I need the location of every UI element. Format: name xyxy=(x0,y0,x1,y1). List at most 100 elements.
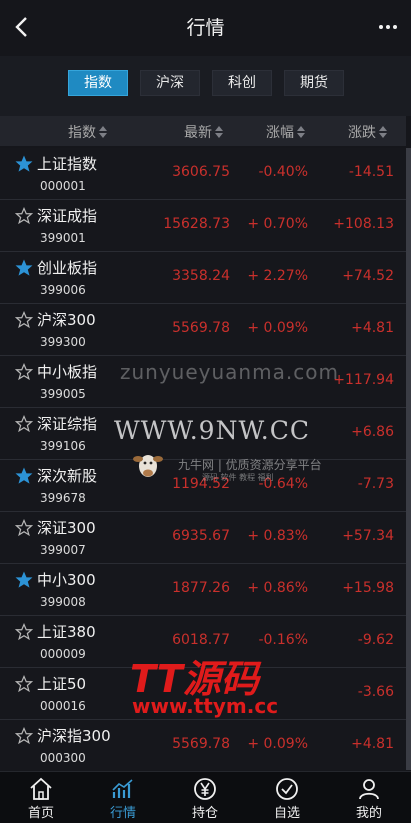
star-icon[interactable] xyxy=(15,415,33,433)
change-amount: +74.52 xyxy=(342,268,394,284)
star-icon[interactable] xyxy=(15,519,33,537)
nav-mine[interactable]: 我的 xyxy=(328,772,410,823)
index-code: 000001 xyxy=(40,179,86,193)
change-percent: + 0.70% xyxy=(247,216,308,232)
index-name: 沪深300 xyxy=(37,311,96,329)
latest-price: 1877.26 xyxy=(172,580,230,596)
table-row[interactable]: 深证300 399007 6935.67 + 0.83% +57.34 xyxy=(0,512,406,564)
change-percent: -0.16% xyxy=(258,632,308,648)
index-code: 399005 xyxy=(40,387,86,401)
scrollbar[interactable] xyxy=(406,148,411,770)
change-amount: +57.34 xyxy=(342,528,394,544)
latest-price: 6018.77 xyxy=(172,632,230,648)
sort-icon xyxy=(99,126,107,138)
change-percent: + 0.86% xyxy=(247,580,308,596)
change-percent: -0.40% xyxy=(258,164,308,180)
index-name: 沪深指300 xyxy=(37,727,111,745)
cow-logo-icon xyxy=(133,455,163,477)
star-icon[interactable] xyxy=(15,155,33,173)
chart-icon xyxy=(112,779,133,798)
change-percent: + 0.83% xyxy=(247,528,308,544)
index-code: 399007 xyxy=(40,543,86,557)
index-name: 深次新股 xyxy=(37,467,98,485)
bottom-nav: 首页 行情 持仓 自选 我的 xyxy=(0,771,411,823)
yen-icon xyxy=(194,778,216,800)
star-icon[interactable] xyxy=(15,363,33,381)
index-name: 上证380 xyxy=(37,623,96,641)
star-icon[interactable] xyxy=(15,207,33,225)
change-amount: +15.98 xyxy=(342,580,394,596)
nav-watchlist[interactable]: 自选 xyxy=(246,772,328,823)
tab-index[interactable]: 指数 xyxy=(68,70,128,96)
index-code: 399678 xyxy=(40,491,86,505)
column-header: 指数 最新 涨幅 涨跌 xyxy=(0,116,406,146)
change-amount: -9.62 xyxy=(357,632,394,648)
index-name: 创业板指 xyxy=(37,259,98,277)
index-code: 399106 xyxy=(40,439,86,453)
star-icon[interactable] xyxy=(15,675,33,693)
change-amount: +6.86 xyxy=(351,424,394,440)
watermark-url-2: www.ttym.cc xyxy=(132,694,279,718)
change-amount: -3.66 xyxy=(357,684,394,700)
tab-hushen[interactable]: 沪深 xyxy=(140,70,200,96)
nav-market[interactable]: 行情 xyxy=(82,772,164,823)
change-amount: +4.81 xyxy=(351,736,394,752)
table-row[interactable]: 上证指数 000001 3606.75 -0.40% -14.51 xyxy=(0,148,406,200)
latest-price: 5569.78 xyxy=(172,320,230,336)
col-chg-header[interactable]: 涨跌 xyxy=(348,122,387,142)
star-icon[interactable] xyxy=(15,311,33,329)
nav-home[interactable]: 首页 xyxy=(0,772,82,823)
star-icon[interactable] xyxy=(15,727,33,745)
change-amount: +117.94 xyxy=(333,372,394,388)
change-percent: + 2.27% xyxy=(247,268,308,284)
change-amount: -14.51 xyxy=(348,164,394,180)
check-circle-icon xyxy=(276,778,298,800)
table-row[interactable]: 沪深指300 000300 5569.78 + 0.09% +4.81 xyxy=(0,720,406,772)
star-icon[interactable] xyxy=(15,571,33,589)
page-title: 行情 xyxy=(186,17,225,39)
table-row[interactable]: 沪深300 399300 5569.78 + 0.09% +4.81 xyxy=(0,304,406,356)
sort-icon xyxy=(379,126,387,138)
tab-futures[interactable]: 期货 xyxy=(284,70,344,96)
sort-icon xyxy=(215,126,223,138)
change-amount: +108.13 xyxy=(333,216,394,232)
watermark-site: WWW.9NW.CC xyxy=(114,416,310,445)
col-pct-header[interactable]: 涨幅 xyxy=(266,122,305,142)
watermark-tags: 源码 软件 教程 福利 xyxy=(202,473,274,482)
index-name: 上证50 xyxy=(37,675,87,693)
index-code: 399300 xyxy=(40,335,86,349)
change-percent: + 0.09% xyxy=(247,320,308,336)
more-icon[interactable] xyxy=(375,14,401,40)
index-code: 399001 xyxy=(40,231,86,245)
watermark-url: zunyueyuanma.com xyxy=(120,360,339,384)
star-icon[interactable] xyxy=(15,467,33,485)
change-percent: + 0.09% xyxy=(247,736,308,752)
home-icon xyxy=(30,777,52,800)
star-icon[interactable] xyxy=(15,623,33,641)
change-amount: -7.73 xyxy=(357,476,394,492)
tab-kechuang[interactable]: 科创 xyxy=(212,70,272,96)
latest-price: 5569.78 xyxy=(172,736,230,752)
watermark-brand: 九牛网 | 优质资源分享平台 xyxy=(178,458,322,472)
index-name: 中小板指 xyxy=(37,363,98,381)
change-amount: +4.81 xyxy=(351,320,394,336)
index-code: 399008 xyxy=(40,595,86,609)
nav-position[interactable]: 持仓 xyxy=(164,772,246,823)
index-name: 上证指数 xyxy=(37,155,98,173)
index-code: 399006 xyxy=(40,283,86,297)
col-name-header[interactable]: 指数 xyxy=(68,122,107,142)
star-icon[interactable] xyxy=(15,259,33,277)
table-row[interactable]: 中小300 399008 1877.26 + 0.86% +15.98 xyxy=(0,564,406,616)
latest-price: 6935.67 xyxy=(172,528,230,544)
index-name: 深证300 xyxy=(37,519,96,537)
user-icon xyxy=(359,779,379,800)
index-code: 000016 xyxy=(40,699,86,713)
latest-price: 15628.73 xyxy=(163,216,230,232)
col-price-header[interactable]: 最新 xyxy=(184,122,223,142)
table-row[interactable]: 创业板指 399006 3358.24 + 2.27% +74.52 xyxy=(0,252,406,304)
latest-price: 3606.75 xyxy=(172,164,230,180)
index-code: 000300 xyxy=(40,751,86,765)
index-name: 深证成指 xyxy=(37,207,98,225)
index-name: 深证综指 xyxy=(37,415,98,433)
table-row[interactable]: 深证成指 399001 15628.73 + 0.70% +108.13 xyxy=(0,200,406,252)
